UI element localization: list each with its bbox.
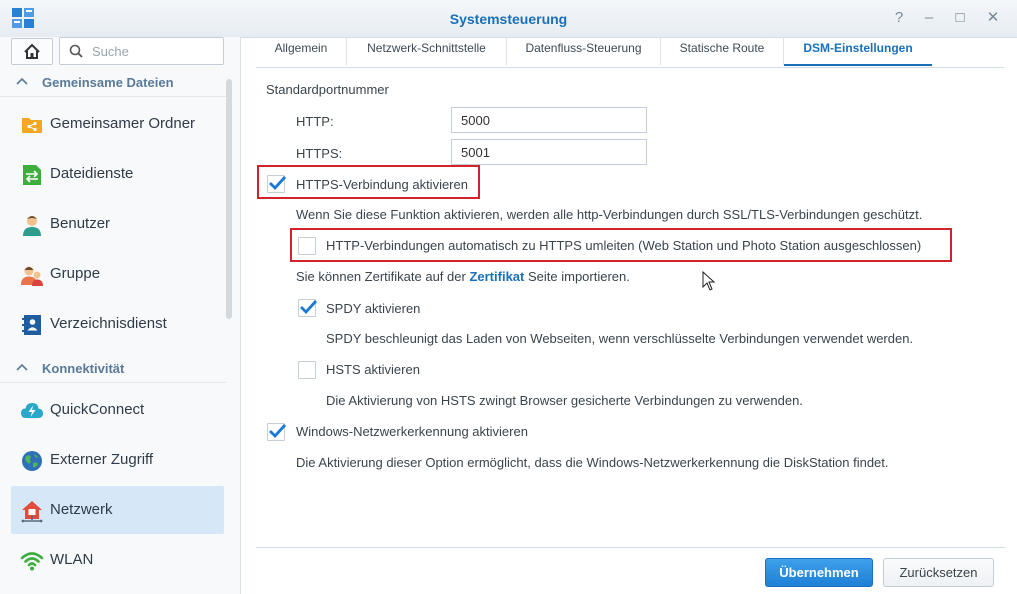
sidebar-item-quickconnect[interactable]: QuickConnect — [11, 386, 224, 434]
network-icon — [21, 501, 43, 523]
sidebar-item-group[interactable]: Gruppe — [11, 250, 224, 298]
footer-divider — [256, 547, 1005, 548]
directory-icon — [22, 315, 41, 335]
tab-network-interface[interactable]: Netzwerk-Schnittstelle — [347, 37, 507, 65]
quickconnect-icon — [21, 403, 43, 418]
tab-bar: Allgemein Netzwerk-Schnittstelle Datenfl… — [256, 37, 1004, 68]
https-port-label: HTTPS: — [296, 146, 343, 161]
reset-button[interactable]: Zurücksetzen — [883, 558, 994, 587]
chevron-up-icon — [16, 77, 28, 85]
spdy-description: SPDY beschleunigt das Laden von Webseite… — [326, 331, 914, 346]
sidebar-item-file-services[interactable]: Dateidienste — [11, 150, 224, 198]
netbios-checkbox[interactable] — [267, 423, 287, 441]
sidebar-item-directory[interactable]: Verzeichnisdienst — [11, 300, 224, 348]
chevron-up-icon — [16, 363, 28, 371]
certificate-note-prefix: Sie können Zertifikate auf der — [296, 269, 466, 284]
https-description: Wenn Sie diese Funktion aktivieren, werd… — [296, 207, 923, 222]
sidebar-item-user[interactable]: Benutzer — [11, 200, 224, 248]
tab-general[interactable]: Allgemein — [256, 37, 347, 65]
spdy-label: SPDY aktivieren — [326, 301, 421, 316]
sidebar-scrollbar[interactable] — [226, 79, 232, 319]
wifi-icon — [20, 552, 44, 571]
home-icon — [24, 43, 40, 59]
search-icon — [69, 44, 83, 58]
https-enable-checkbox[interactable] — [267, 175, 287, 193]
hsts-checkbox[interactable] — [298, 361, 316, 379]
window-title: Systemsteuerung — [449, 11, 568, 27]
http-port-label: HTTP: — [296, 114, 334, 129]
group-icon — [21, 266, 43, 286]
sidebar-item-shared-folder[interactable]: Gemeinsamer Ordner — [11, 100, 224, 148]
port-heading: Standardportnummer — [266, 82, 389, 97]
sidebar-item-network[interactable]: Netzwerk — [11, 486, 224, 534]
checkmark-icon — [269, 176, 287, 191]
checkmark-icon — [300, 300, 318, 315]
search-input[interactable] — [90, 41, 219, 61]
certificate-link[interactable]: Zertifikat — [469, 269, 524, 284]
file-services-icon — [23, 165, 41, 185]
hsts-description: Die Aktivierung von HSTS zwingt Browser … — [326, 393, 803, 408]
tab-traffic-control[interactable]: Datenfluss-Steuerung — [507, 37, 661, 65]
home-button[interactable] — [11, 38, 53, 65]
help-icon[interactable]: ? — [890, 9, 908, 27]
certificate-note-suffix: Seite importieren. — [527, 269, 630, 284]
sidebar: Gemeinsame Dateien Gemeinsamer Ordner Da… — [0, 37, 241, 594]
search-field[interactable] — [59, 37, 224, 65]
tab-dsm-settings[interactable]: DSM-Einstellungen — [784, 37, 932, 66]
netbios-description: Die Aktivierung dieser Option ermöglicht… — [296, 455, 889, 470]
https-redirect-checkbox[interactable] — [298, 237, 316, 255]
http-port-input[interactable] — [451, 107, 647, 133]
certificate-note: Sie können Zertifikate auf der Zertifika… — [296, 269, 630, 284]
mouse-cursor-icon — [702, 271, 716, 291]
checkmark-icon — [269, 424, 287, 439]
sidebar-item-external-access[interactable]: Externer Zugriff — [11, 436, 224, 484]
maximize-icon[interactable]: □ — [951, 9, 969, 27]
title-bar: Systemsteuerung ? – □ ✕ — [0, 0, 1017, 38]
https-enable-label: HTTPS-Verbindung aktivieren — [296, 177, 468, 192]
netbios-label: Windows-Netzwerkerkennung aktivieren — [296, 424, 528, 439]
user-icon — [23, 216, 41, 236]
shared-folder-icon — [22, 118, 42, 133]
tab-static-route[interactable]: Statische Route — [661, 37, 784, 65]
https-port-input[interactable] — [451, 139, 647, 165]
section-header-connectivity[interactable]: Konnektivität — [0, 354, 226, 383]
close-icon[interactable]: ✕ — [984, 9, 1002, 27]
sidebar-item-wlan[interactable]: WLAN — [11, 536, 224, 584]
section-header-shared-files[interactable]: Gemeinsame Dateien — [0, 68, 226, 97]
minimize-icon[interactable]: – — [920, 9, 938, 27]
external-access-icon — [22, 451, 42, 471]
https-redirect-label: HTTP-Verbindungen automatisch zu HTTPS u… — [326, 238, 922, 253]
settings-panel: Standardportnummer HTTP: HTTPS: HTTPS-Ve… — [256, 68, 1016, 548]
hsts-label: HSTS aktivieren — [326, 362, 420, 377]
spdy-checkbox[interactable] — [298, 299, 318, 317]
apply-button[interactable]: Übernehmen — [765, 558, 873, 587]
